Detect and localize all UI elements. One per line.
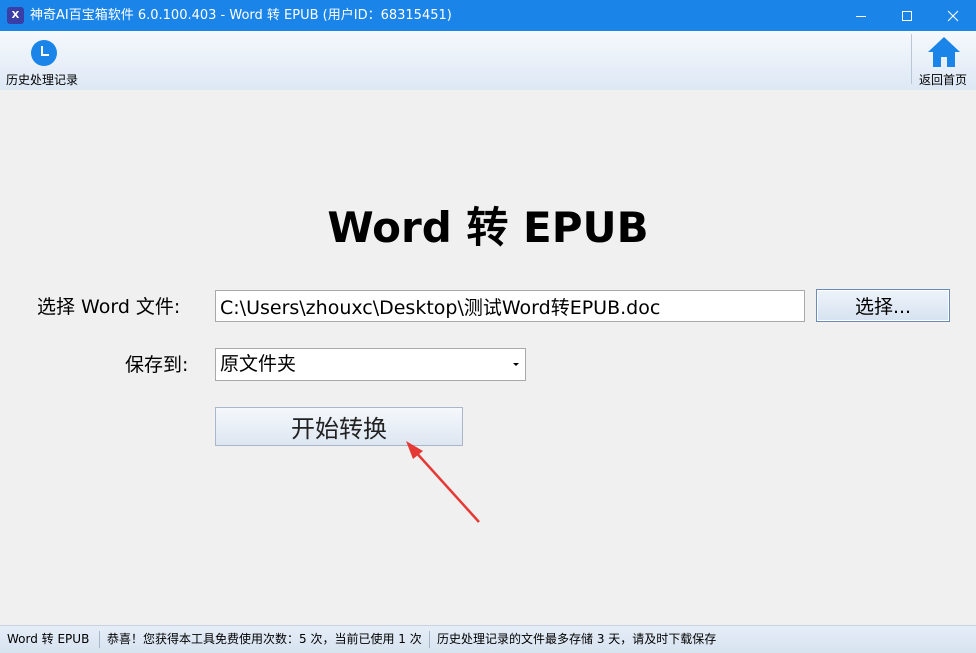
status-note: 历史处理记录的文件最多存储 3 天，请及时下载保存 — [437, 632, 717, 646]
annotation-arrow — [406, 441, 480, 523]
status-tool-name: Word 转 EPUB — [7, 632, 90, 646]
file-path-input[interactable] — [215, 290, 805, 322]
save-location-value: 原文件夹 — [220, 353, 297, 375]
app-logo-icon: X — [7, 7, 24, 24]
toolbar: 历史处理记录 返回首页 — [0, 31, 976, 90]
save-location-select[interactable]: 原文件夹 — [215, 348, 526, 381]
window-title: 神奇AI百宝箱软件 6.0.100.403 - Word 转 EPUB (用户I… — [30, 8, 452, 23]
status-divider — [99, 631, 100, 648]
title-bar: X 神奇AI百宝箱软件 6.0.100.403 - Word 转 EPUB (用… — [0, 0, 976, 31]
start-convert-button[interactable]: 开始转换 — [215, 407, 463, 446]
close-icon — [947, 10, 959, 21]
clock-icon — [31, 40, 57, 66]
toolbar-divider — [911, 34, 912, 84]
app-logo-text: X — [11, 9, 20, 21]
home-label: 返回首页 — [919, 73, 968, 87]
save-label: 保存到: — [125, 354, 189, 376]
history-label: 历史处理记录 — [6, 73, 79, 87]
home-icon — [928, 37, 960, 67]
dropdown-arrow-icon — [513, 363, 519, 366]
close-button[interactable] — [930, 0, 976, 31]
status-divider — [429, 631, 430, 648]
file-label: 选择 Word 文件: — [37, 296, 181, 318]
page-title: Word 转 EPUB — [327, 203, 649, 252]
minimize-icon — [856, 15, 866, 17]
maximize-icon — [902, 10, 912, 21]
maximize-button[interactable] — [884, 0, 930, 31]
minimize-button[interactable] — [838, 0, 884, 31]
history-button[interactable]: 历史处理记录 — [6, 36, 86, 87]
choose-file-button[interactable]: 选择... — [816, 289, 950, 322]
status-usage: 恭喜！您获得本工具免费使用次数：5 次，当前已使用 1 次 — [107, 632, 422, 646]
home-button[interactable]: 返回首页 — [916, 34, 974, 87]
status-bar: Word 转 EPUB 恭喜！您获得本工具免费使用次数：5 次，当前已使用 1 … — [0, 625, 976, 653]
